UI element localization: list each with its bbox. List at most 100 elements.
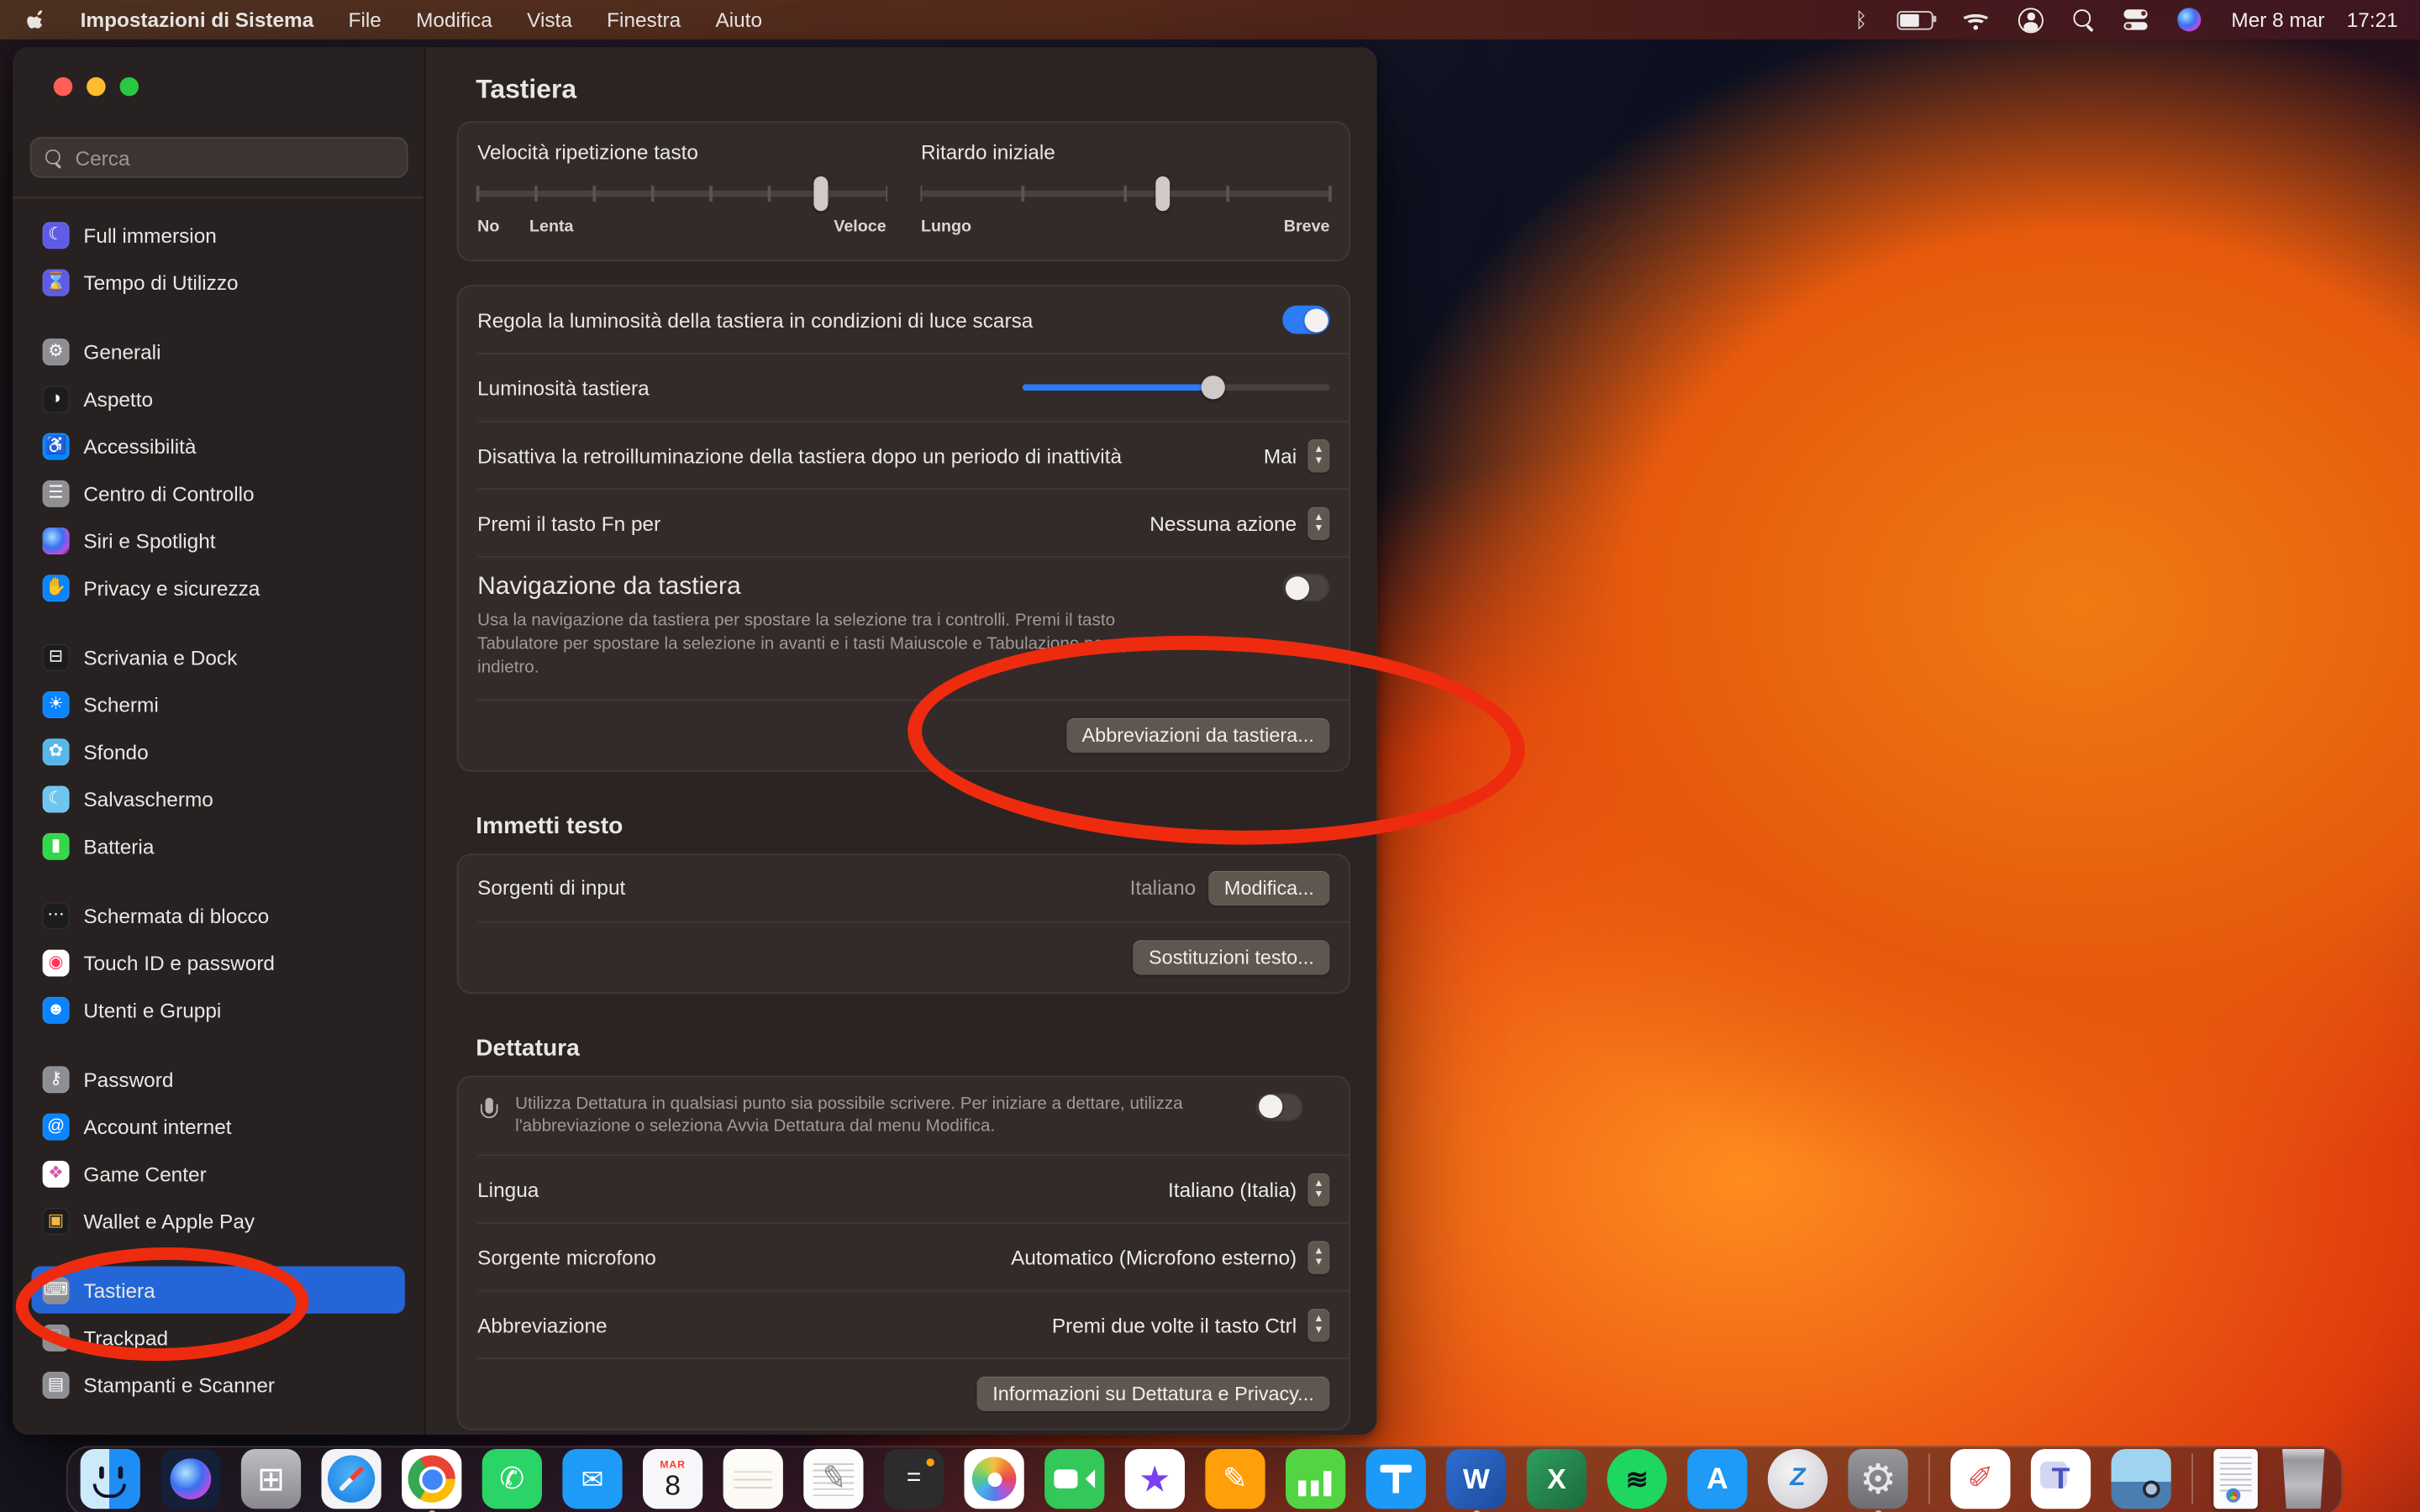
trash-icon[interactable] <box>2278 1449 2328 1509</box>
bluetooth-icon[interactable]: ᛒ <box>1855 7 1868 32</box>
launchpad-icon[interactable]: ⊞ <box>241 1449 301 1509</box>
sidebar-item-sfondo[interactable]: ✿Sfondo <box>32 727 405 774</box>
siri-icon[interactable] <box>160 1449 220 1509</box>
spotlight-icon[interactable] <box>2074 7 2094 32</box>
sidebar-item-label: Schermata di blocco <box>83 903 269 927</box>
sidebar-item-label: Salvaschermo <box>83 787 213 811</box>
calendar-icon[interactable]: MAR8 <box>643 1449 702 1509</box>
stepper-icon[interactable]: ▲▼ <box>1307 507 1329 539</box>
keynote-icon[interactable] <box>1366 1449 1426 1509</box>
sidebar-item-trackpad[interactable]: ☟Trackpad <box>32 1314 405 1361</box>
apple-menu-icon[interactable] <box>25 7 45 32</box>
sidebar-item-accessibilit[interactable]: ♿Accessibilità <box>32 423 405 470</box>
slider-knob[interactable] <box>813 176 828 211</box>
textedit-icon[interactable] <box>803 1449 863 1509</box>
menu-file[interactable]: File <box>349 8 381 31</box>
word-icon[interactable]: W <box>1446 1449 1506 1509</box>
facetime-icon[interactable] <box>1044 1449 1104 1509</box>
sidebar-item-label: Sfondo <box>83 739 148 763</box>
input-sources-label: Sorgenti di input <box>477 876 641 900</box>
menu-modifica[interactable]: Modifica <box>416 8 492 31</box>
text-substitutions-button[interactable]: Sostituzioni testo... <box>1133 939 1329 974</box>
stepper-icon[interactable]: ▲▼ <box>1307 1241 1329 1273</box>
menu-finestra[interactable]: Finestra <box>607 8 681 31</box>
sidebar-item-full-immersion[interactable]: ☾Full immersion <box>32 211 405 258</box>
photos-icon[interactable] <box>965 1449 1024 1509</box>
sidebar-item-privacy-e-sicurezza[interactable]: ✋Privacy e sicurezza <box>32 564 405 611</box>
mail-icon[interactable]: ✉ <box>562 1449 622 1509</box>
slider-knob[interactable] <box>1155 176 1170 211</box>
edit-input-sources-button[interactable]: Modifica... <box>1208 870 1329 905</box>
lock-screen-icon: ⋯ <box>43 901 70 928</box>
appstore-icon[interactable]: A <box>1687 1449 1747 1509</box>
sidebar-item-utenti-e-gruppi[interactable]: ☻Utenti e Gruppi <box>32 986 405 1033</box>
sidebar-item-stampanti-e-scanner[interactable]: ▤Stampanti e Scanner <box>32 1361 405 1408</box>
pages-icon[interactable]: ✎ <box>1205 1449 1265 1509</box>
stepper-icon[interactable]: ▲▼ <box>1307 438 1329 471</box>
wifi-icon[interactable] <box>1964 7 1989 32</box>
document-icon[interactable] <box>2213 1449 2258 1509</box>
menu-vista[interactable]: Vista <box>527 8 572 31</box>
safari-icon[interactable] <box>322 1449 381 1509</box>
system-settings-icon[interactable]: ⚙ <box>1848 1449 1907 1509</box>
sidebar-item-password[interactable]: ⚷Password <box>32 1055 405 1102</box>
whatsapp-icon[interactable]: ✆ <box>482 1449 542 1509</box>
sidebar-item-salvaschermo[interactable]: ☾Salvaschermo <box>32 775 405 822</box>
notes-icon[interactable] <box>723 1449 783 1509</box>
siri-icon[interactable] <box>2178 7 2202 32</box>
imovie-icon[interactable]: ★ <box>1125 1449 1185 1509</box>
menu-clock[interactable]: Mer 8 mar 17:21 <box>2231 8 2397 31</box>
dock: ⊞ ✆ ✉ MAR8 = ★ ✎ WX ≋ AZ ⚙ ✐ T <box>66 1446 2343 1512</box>
sidebar-item-game-center[interactable]: ❖Game Center <box>32 1150 405 1197</box>
dictation-privacy-info-button[interactable]: Informazioni su Dettatura e Privacy... <box>976 1377 1329 1411</box>
sidebar-item-schermata-di-blocco[interactable]: ⋯ Schermata di blocco <box>32 891 405 938</box>
scanner-icon[interactable]: Z <box>1768 1449 1828 1509</box>
preview-icon[interactable] <box>2112 1449 2171 1509</box>
sidebar-item-schermi[interactable]: ☀Schermi <box>32 680 405 727</box>
sidebar-item-touch-id-e-password[interactable]: ◉Touch ID e password <box>32 939 405 986</box>
teams-icon[interactable]: T <box>2031 1449 2091 1509</box>
chrome-icon[interactable] <box>402 1449 461 1509</box>
close-button[interactable] <box>54 77 73 97</box>
dictation-shortcut-value: Premi due volte il tasto Ctrl <box>1052 1313 1297 1336</box>
keyboard-nav-toggle[interactable] <box>1282 574 1329 602</box>
keyboard-brightness-slider[interactable] <box>1023 385 1330 391</box>
numbers-icon[interactable] <box>1286 1449 1345 1509</box>
sidebar-item-batteria[interactable]: ▮Batteria <box>32 822 405 869</box>
row-dictation-shortcut: Abbreviazione Premi due volte il tasto C… <box>459 1292 1349 1358</box>
keyboard-shortcuts-button[interactable]: Abbreviazioni da tastiera... <box>1066 717 1330 752</box>
control-center-icon[interactable] <box>2124 7 2148 32</box>
battery-icon[interactable] <box>1897 7 1933 32</box>
excel-icon[interactable]: X <box>1527 1449 1586 1509</box>
sidebar-item-centro-di-controllo[interactable]: ☰Centro di Controllo <box>32 470 405 517</box>
delay-slider[interactable] <box>921 173 1330 214</box>
sidebar-item-aspetto[interactable]: ◑Aspetto <box>32 375 405 422</box>
sidebar-item-scrivania-e-dock[interactable]: ⊟Scrivania e Dock <box>32 633 405 680</box>
sidebar-item-tempo-di-utilizzo[interactable]: ⌛Tempo di Utilizzo <box>32 259 405 306</box>
display-icon: ☀ <box>43 690 70 717</box>
stepper-icon[interactable]: ▲▼ <box>1307 1309 1329 1341</box>
calculator-icon[interactable]: = <box>884 1449 944 1509</box>
adjust-brightness-toggle[interactable] <box>1282 306 1329 334</box>
slider-knob[interactable] <box>1201 375 1224 399</box>
menu-aiuto[interactable]: Aiuto <box>715 8 762 31</box>
search-field[interactable] <box>30 137 408 178</box>
sidebar-item-wallet-e-apple-pay[interactable]: ▣Wallet e Apple Pay <box>32 1197 405 1244</box>
sidebar-item-siri-e-spotlight[interactable]: Siri e Spotlight <box>32 517 405 564</box>
sidebar-item-label: Aspetto <box>83 386 153 410</box>
sidebar-item-generali[interactable]: ⚙Generali <box>32 328 405 375</box>
sidebar-item-account-internet[interactable]: @Account internet <box>32 1103 405 1150</box>
search-input[interactable] <box>72 144 394 171</box>
dictation-toggle[interactable] <box>1255 1092 1302 1121</box>
user-account-icon[interactable] <box>2018 7 2044 32</box>
sidebar-item-tastiera[interactable]: ⌨Tastiera <box>32 1267 405 1314</box>
keyboard-nav-description: Usa la navigazione da tastiera per spost… <box>477 610 1194 680</box>
spotify-icon[interactable]: ≋ <box>1607 1449 1667 1509</box>
repeat-rate-slider[interactable] <box>477 173 886 214</box>
finder-icon[interactable] <box>81 1449 140 1509</box>
menu-app-title[interactable]: Impostazioni di Sistema <box>81 8 314 31</box>
minimize-button[interactable] <box>87 77 106 97</box>
zoom-button[interactable] <box>120 77 139 97</box>
pixelmator-icon[interactable]: ✐ <box>1950 1449 2010 1509</box>
stepper-icon[interactable]: ▲▼ <box>1307 1173 1329 1205</box>
